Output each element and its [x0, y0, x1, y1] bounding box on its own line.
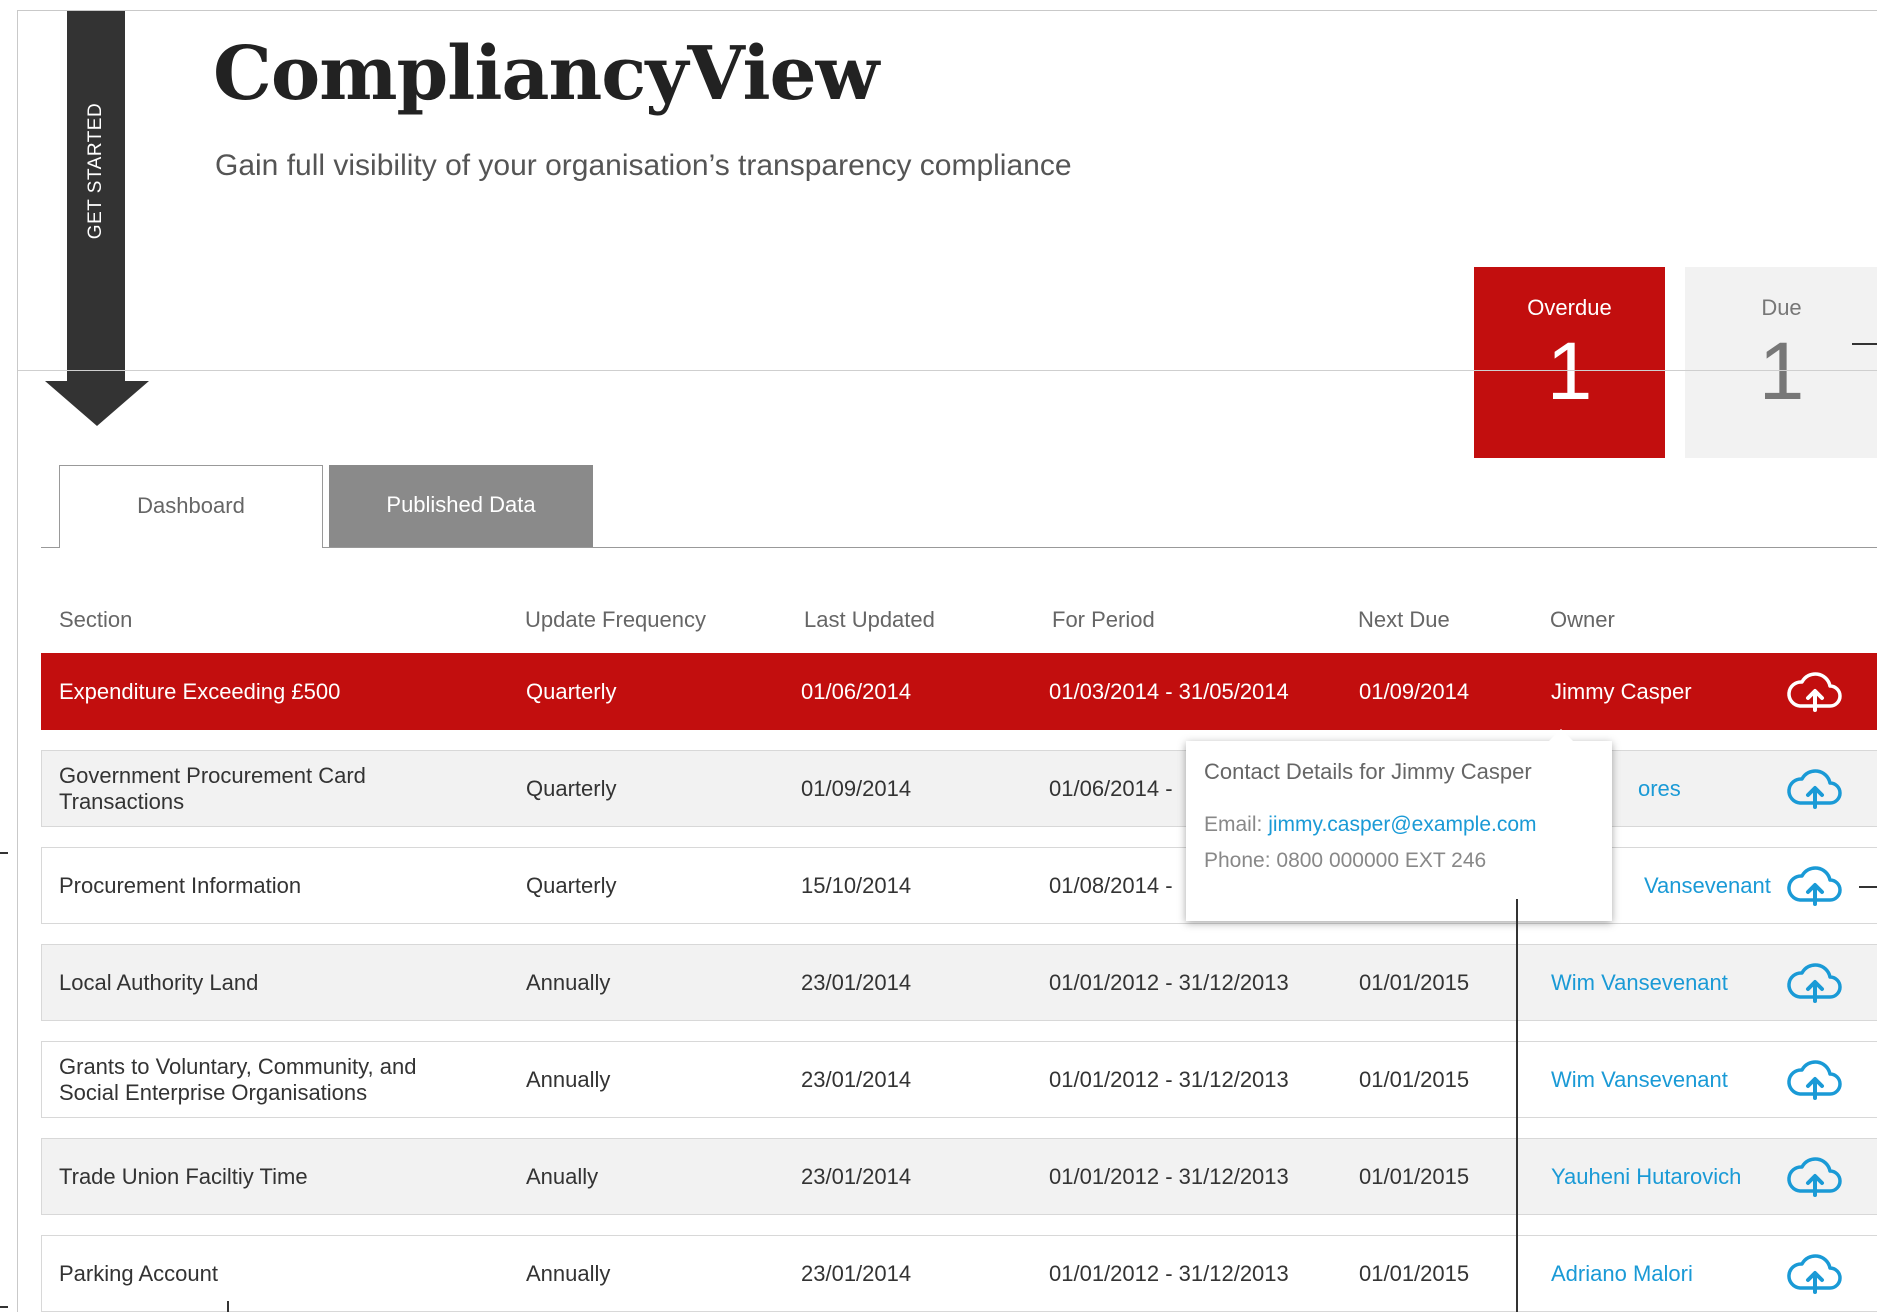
tooltip-title: Contact Details for Jimmy Casper — [1204, 759, 1532, 784]
annotation-line — [0, 852, 8, 854]
cell-next-due: 01/01/2015 — [1359, 1066, 1470, 1092]
cell-last-updated: 23/01/2014 — [801, 1163, 912, 1189]
cell-section: Local Authority Land — [59, 969, 259, 995]
cell-section: Expenditure Exceeding £500 — [59, 678, 341, 704]
overdue-label: Overdue — [1527, 295, 1612, 320]
cell-period: 01/01/2012 - 31/12/2013 — [1049, 969, 1289, 995]
cell-next-due: 01/01/2015 — [1359, 1260, 1470, 1286]
column-header-frequency[interactable]: Update Frequency — [525, 607, 706, 633]
cloud-upload-icon[interactable] — [1779, 1139, 1849, 1214]
annotation-line — [1516, 899, 1518, 1312]
overdue-tile[interactable]: Overdue 1 — [1474, 267, 1665, 458]
cell-frequency: Quarterly — [526, 872, 617, 898]
column-header-period[interactable]: For Period — [1052, 607, 1155, 633]
cloud-upload-icon[interactable] — [1779, 654, 1849, 729]
annotation-line — [1859, 886, 1877, 888]
tooltip-email-label: Email: — [1204, 813, 1263, 836]
table-row[interactable]: Expenditure Exceeding £500 Quarterly 01/… — [41, 653, 1877, 730]
cell-period: 01/01/2012 - 31/12/2013 — [1049, 1066, 1289, 1092]
tab-dashboard[interactable]: Dashboard — [59, 465, 323, 548]
cell-frequency: Quarterly — [526, 775, 617, 801]
overdue-count: 1 — [1546, 326, 1593, 417]
table-row[interactable]: Grants to Voluntary, Community, and Soci… — [41, 1041, 1877, 1118]
column-header-owner[interactable]: Owner — [1550, 607, 1615, 633]
column-header-next-due[interactable]: Next Due — [1358, 607, 1450, 633]
app-title: CompliancyView — [213, 31, 879, 117]
cloud-upload-icon[interactable] — [1779, 1236, 1849, 1311]
owner-link[interactable]: Wim Vansevenant — [1551, 945, 1771, 1020]
header-divider — [18, 370, 1877, 371]
cell-frequency: Quarterly — [526, 678, 617, 704]
table-row[interactable]: Trade Union Faciltiy Time Anually 23/01/… — [41, 1138, 1877, 1215]
cell-last-updated: 23/01/2014 — [801, 1260, 912, 1286]
cell-last-updated: 15/10/2014 — [801, 872, 912, 898]
cell-next-due: 01/01/2015 — [1359, 969, 1470, 995]
cloud-upload-icon[interactable] — [1779, 945, 1849, 1020]
cell-next-due: 01/01/2015 — [1359, 1163, 1470, 1189]
table-row[interactable]: Local Authority Land Annually 23/01/2014… — [41, 944, 1877, 1021]
get-started-label[interactable]: GET STARTED — [85, 103, 107, 239]
cell-section: Grants to Voluntary, Community, and Soci… — [59, 1053, 417, 1105]
owner-link[interactable]: Yauheni Hutarovich — [1551, 1139, 1771, 1214]
table-row[interactable]: Parking Account Annually 23/01/2014 01/0… — [41, 1235, 1877, 1312]
cell-frequency: Anually — [526, 1163, 599, 1189]
cell-period: 01/01/2012 - 31/12/2013 — [1049, 1163, 1289, 1189]
cloud-upload-icon[interactable] — [1779, 1042, 1849, 1117]
cell-last-updated: 01/06/2014 — [801, 678, 912, 704]
tab-published-data[interactable]: Published Data — [329, 465, 593, 547]
cell-frequency: Annually — [526, 1260, 611, 1286]
contact-tooltip: Contact Details for Jimmy Casper Email: … — [1186, 729, 1612, 921]
owner-link[interactable]: Jimmy Casper — [1551, 654, 1771, 729]
cell-next-due: 01/09/2014 — [1359, 678, 1470, 704]
app-subtitle: Gain full visibility of your organisatio… — [215, 149, 1072, 182]
owner-link[interactable]: Adriano Malori — [1551, 1236, 1771, 1311]
owner-link[interactable]: Wim Vansevenant — [1551, 1042, 1771, 1117]
app-frame: GET STARTED CompliancyView Gain full vis… — [17, 10, 1877, 1312]
cell-last-updated: 23/01/2014 — [801, 1066, 912, 1092]
cell-section: Government Procurement Card Transactions — [59, 762, 366, 814]
cell-period: 01/01/2012 - 31/12/2013 — [1049, 1260, 1289, 1286]
tooltip-email-link[interactable]: jimmy.casper@example.com — [1268, 813, 1536, 836]
cell-frequency: Annually — [526, 1066, 611, 1092]
tooltip-email-row: Email: jimmy.casper@example.com — [1204, 813, 1537, 837]
annotation-line — [227, 1301, 229, 1312]
tooltip-phone: Phone: 0800 000000 EXT 246 — [1204, 849, 1487, 872]
due-label: Due — [1761, 295, 1802, 320]
get-started-arrow-head[interactable] — [45, 381, 149, 426]
cloud-upload-icon[interactable] — [1779, 751, 1849, 826]
due-count: 1 — [1758, 326, 1805, 417]
cell-frequency: Annually — [526, 969, 611, 995]
cell-last-updated: 23/01/2014 — [801, 969, 912, 995]
cell-section: Procurement Information — [59, 872, 302, 898]
cell-section: Trade Union Faciltiy Time — [59, 1163, 308, 1189]
cell-section: Parking Account — [59, 1260, 218, 1286]
annotation-line — [1852, 343, 1877, 345]
cloud-upload-icon[interactable] — [1779, 848, 1849, 923]
column-header-last-updated[interactable]: Last Updated — [804, 607, 935, 633]
cell-last-updated: 01/09/2014 — [801, 775, 912, 801]
column-header-section[interactable]: Section — [59, 607, 132, 633]
annotation-line — [0, 1306, 8, 1308]
due-tile[interactable]: Due 1 — [1685, 267, 1877, 458]
cell-period: 01/03/2014 - 31/05/2014 — [1049, 678, 1289, 704]
